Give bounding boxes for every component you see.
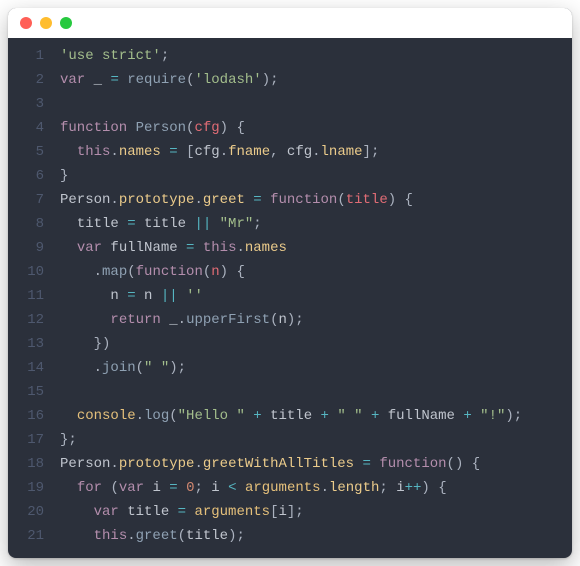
line-number: 6 [8, 164, 44, 188]
code-line: } [60, 164, 572, 188]
line-number: 12 [8, 308, 44, 332]
editor-window: 123456789101112131415161718192021 'use s… [8, 8, 572, 558]
code-line: function Person(cfg) { [60, 116, 572, 140]
maximize-icon[interactable] [60, 17, 72, 29]
code-line: .map(function(n) { [60, 260, 572, 284]
code-line: for (var i = 0; i < arguments.length; i+… [60, 476, 572, 500]
line-number: 18 [8, 452, 44, 476]
code-line: this.names = [cfg.fname, cfg.lname]; [60, 140, 572, 164]
code-line: 'use strict'; [60, 44, 572, 68]
line-number: 2 [8, 68, 44, 92]
code-line: Person.prototype.greet = function(title)… [60, 188, 572, 212]
code-line: return _.upperFirst(n); [60, 308, 572, 332]
code-line: }; [60, 428, 572, 452]
minimize-icon[interactable] [40, 17, 52, 29]
code-line: }) [60, 332, 572, 356]
titlebar [8, 8, 572, 38]
line-number: 8 [8, 212, 44, 236]
line-number: 17 [8, 428, 44, 452]
code-line: console.log("Hello " + title + " " + ful… [60, 404, 572, 428]
line-number: 4 [8, 116, 44, 140]
line-number: 20 [8, 500, 44, 524]
line-number: 21 [8, 524, 44, 548]
line-number-gutter: 123456789101112131415161718192021 [8, 44, 54, 548]
line-number: 19 [8, 476, 44, 500]
line-number: 15 [8, 380, 44, 404]
code-line: Person.prototype.greetWithAllTitles = fu… [60, 452, 572, 476]
line-number: 13 [8, 332, 44, 356]
code-editor[interactable]: 123456789101112131415161718192021 'use s… [8, 38, 572, 558]
code-line [60, 92, 572, 116]
line-number: 5 [8, 140, 44, 164]
code-line: this.greet(title); [60, 524, 572, 548]
line-number: 9 [8, 236, 44, 260]
line-number: 10 [8, 260, 44, 284]
code-line: n = n || '' [60, 284, 572, 308]
code-area[interactable]: 'use strict';var _ = require('lodash'); … [54, 44, 572, 548]
code-line: .join(" "); [60, 356, 572, 380]
close-icon[interactable] [20, 17, 32, 29]
code-line: title = title || "Mr"; [60, 212, 572, 236]
line-number: 14 [8, 356, 44, 380]
code-line: var _ = require('lodash'); [60, 68, 572, 92]
code-line: var title = arguments[i]; [60, 500, 572, 524]
code-line [60, 380, 572, 404]
line-number: 16 [8, 404, 44, 428]
line-number: 3 [8, 92, 44, 116]
line-number: 11 [8, 284, 44, 308]
line-number: 1 [8, 44, 44, 68]
line-number: 7 [8, 188, 44, 212]
code-line: var fullName = this.names [60, 236, 572, 260]
